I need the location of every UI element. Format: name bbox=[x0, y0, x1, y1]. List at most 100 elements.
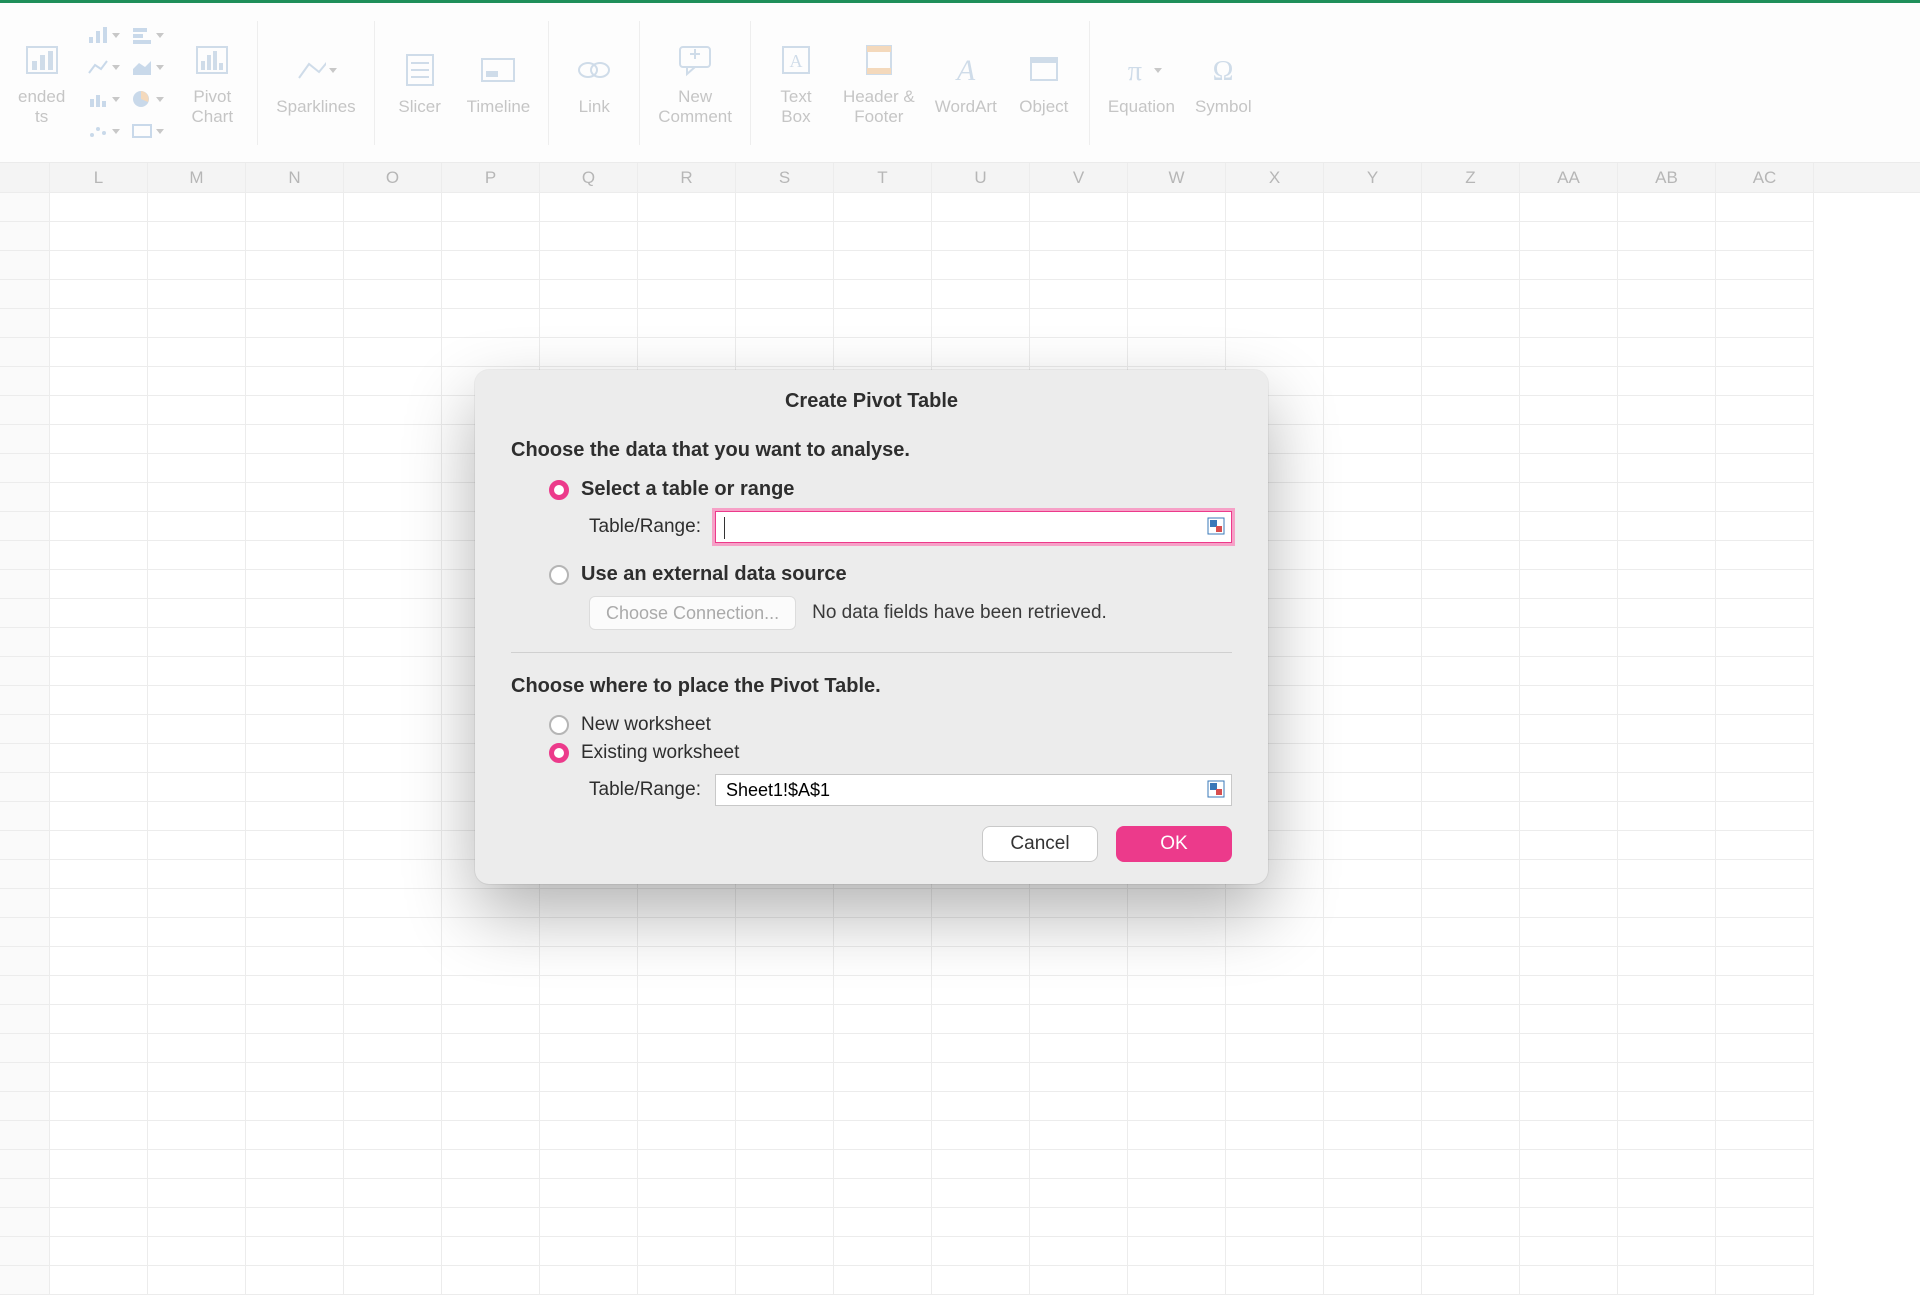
grid-cell[interactable] bbox=[736, 280, 834, 309]
grid-cell[interactable] bbox=[246, 1063, 344, 1092]
grid-cell[interactable] bbox=[1520, 1092, 1618, 1121]
grid-cell[interactable] bbox=[50, 918, 148, 947]
grid-cell[interactable] bbox=[638, 1092, 736, 1121]
chart-scatter-button[interactable] bbox=[85, 118, 121, 144]
grid-cell[interactable] bbox=[834, 251, 932, 280]
text-box-button[interactable]: A Text Box bbox=[769, 39, 823, 126]
grid-cell[interactable] bbox=[1128, 1121, 1226, 1150]
grid-cell[interactable] bbox=[736, 1266, 834, 1295]
grid-cell[interactable] bbox=[1226, 918, 1324, 947]
grid-cell[interactable] bbox=[638, 338, 736, 367]
grid-cell[interactable] bbox=[1422, 1034, 1520, 1063]
grid-cell[interactable] bbox=[1324, 1121, 1422, 1150]
grid-cell[interactable] bbox=[1520, 976, 1618, 1005]
grid-cell[interactable] bbox=[834, 309, 932, 338]
grid-cell[interactable] bbox=[834, 889, 932, 918]
row-header[interactable] bbox=[0, 570, 50, 599]
row-header[interactable] bbox=[0, 222, 50, 251]
grid-cell[interactable] bbox=[1324, 1092, 1422, 1121]
grid-cell[interactable] bbox=[344, 1005, 442, 1034]
row-header[interactable] bbox=[0, 1150, 50, 1179]
grid-cell[interactable] bbox=[638, 1034, 736, 1063]
timeline-button[interactable]: Timeline bbox=[467, 49, 531, 117]
row-header[interactable] bbox=[0, 483, 50, 512]
grid-cell[interactable] bbox=[736, 947, 834, 976]
grid-cell[interactable] bbox=[1618, 1208, 1716, 1237]
grid-cell[interactable] bbox=[932, 1266, 1030, 1295]
grid-cell[interactable] bbox=[834, 1150, 932, 1179]
grid-cell[interactable] bbox=[148, 338, 246, 367]
grid-cell[interactable] bbox=[442, 889, 540, 918]
grid-cell[interactable] bbox=[1226, 889, 1324, 918]
grid-cell[interactable] bbox=[834, 947, 932, 976]
grid-cell[interactable] bbox=[148, 1063, 246, 1092]
grid-cell[interactable] bbox=[50, 860, 148, 889]
grid-cell[interactable] bbox=[148, 193, 246, 222]
grid-cell[interactable] bbox=[1030, 1092, 1128, 1121]
grid-cell[interactable] bbox=[50, 599, 148, 628]
grid-cell[interactable] bbox=[540, 1092, 638, 1121]
grid-cell[interactable] bbox=[344, 193, 442, 222]
grid-cell[interactable] bbox=[1324, 1063, 1422, 1092]
grid-cell[interactable] bbox=[638, 918, 736, 947]
grid-cell[interactable] bbox=[1128, 947, 1226, 976]
grid-cell[interactable] bbox=[1128, 1179, 1226, 1208]
grid-cell[interactable] bbox=[246, 1034, 344, 1063]
grid-cell[interactable] bbox=[932, 889, 1030, 918]
grid-cell[interactable] bbox=[1716, 831, 1814, 860]
grid-cell[interactable] bbox=[148, 1121, 246, 1150]
grid-cell[interactable] bbox=[50, 1266, 148, 1295]
grid-cell[interactable] bbox=[1618, 396, 1716, 425]
grid-cell[interactable] bbox=[1618, 483, 1716, 512]
column-header[interactable]: P bbox=[442, 163, 540, 192]
grid-cell[interactable] bbox=[50, 1208, 148, 1237]
grid-cell[interactable] bbox=[148, 396, 246, 425]
grid-cell[interactable] bbox=[344, 628, 442, 657]
grid-cell[interactable] bbox=[1226, 1150, 1324, 1179]
grid-cell[interactable] bbox=[1618, 1092, 1716, 1121]
cancel-button[interactable]: Cancel bbox=[982, 826, 1098, 862]
grid-cell[interactable] bbox=[834, 280, 932, 309]
grid-cell[interactable] bbox=[1520, 1005, 1618, 1034]
grid-cell[interactable] bbox=[638, 1179, 736, 1208]
grid-cell[interactable] bbox=[1618, 454, 1716, 483]
grid-cell[interactable] bbox=[246, 715, 344, 744]
grid-cell[interactable] bbox=[1324, 570, 1422, 599]
grid-cell[interactable] bbox=[1128, 338, 1226, 367]
option-new-worksheet[interactable]: New worksheet bbox=[549, 714, 1232, 736]
grid-cell[interactable] bbox=[932, 947, 1030, 976]
grid-cell[interactable] bbox=[1716, 541, 1814, 570]
grid-cell[interactable] bbox=[344, 367, 442, 396]
grid-cell[interactable] bbox=[246, 483, 344, 512]
grid-cell[interactable] bbox=[1128, 918, 1226, 947]
grid-cell[interactable] bbox=[344, 686, 442, 715]
grid-cell[interactable] bbox=[1324, 1208, 1422, 1237]
grid-cell[interactable] bbox=[1128, 309, 1226, 338]
grid-cell[interactable] bbox=[50, 1092, 148, 1121]
grid-cell[interactable] bbox=[1128, 976, 1226, 1005]
column-header[interactable]: X bbox=[1226, 163, 1324, 192]
new-comment-button[interactable]: New Comment bbox=[658, 39, 732, 126]
row-header[interactable] bbox=[0, 1092, 50, 1121]
grid-cell[interactable] bbox=[344, 657, 442, 686]
grid-cell[interactable] bbox=[1716, 280, 1814, 309]
grid-cell[interactable] bbox=[246, 599, 344, 628]
grid-cell[interactable] bbox=[442, 918, 540, 947]
grid-cell[interactable] bbox=[1226, 193, 1324, 222]
grid-cell[interactable] bbox=[1422, 947, 1520, 976]
grid-cell[interactable] bbox=[1618, 1179, 1716, 1208]
grid-cell[interactable] bbox=[1520, 1179, 1618, 1208]
grid-cell[interactable] bbox=[540, 193, 638, 222]
grid-cell[interactable] bbox=[1716, 1266, 1814, 1295]
column-header[interactable]: V bbox=[1030, 163, 1128, 192]
grid-cell[interactable] bbox=[50, 396, 148, 425]
grid-cell[interactable] bbox=[1716, 512, 1814, 541]
grid-cell[interactable] bbox=[1520, 483, 1618, 512]
grid-cell[interactable] bbox=[540, 1150, 638, 1179]
grid-cell[interactable] bbox=[148, 628, 246, 657]
grid-cell[interactable] bbox=[638, 1266, 736, 1295]
grid-cell[interactable] bbox=[1716, 947, 1814, 976]
grid-cell[interactable] bbox=[834, 1063, 932, 1092]
grid-cell[interactable] bbox=[50, 686, 148, 715]
grid-cell[interactable] bbox=[442, 1121, 540, 1150]
